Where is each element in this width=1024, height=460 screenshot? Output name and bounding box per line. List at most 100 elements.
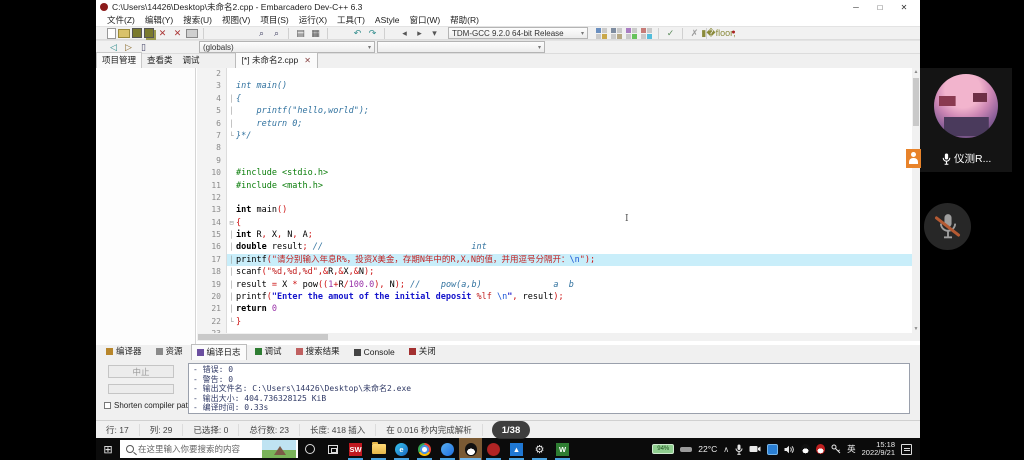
menu-item[interactable]: 工具(T) — [332, 14, 370, 26]
bookmark-button[interactable]: ▦ — [309, 27, 322, 39]
screenshot-icon[interactable] — [767, 444, 778, 455]
menu-item[interactable]: 搜索(U) — [178, 14, 217, 26]
bottom-tab-编译器[interactable]: 编译器 — [100, 343, 148, 360]
battery-icon[interactable]: 94% — [652, 444, 674, 454]
goto-line-button[interactable]: ▤ — [294, 27, 307, 39]
compile-button[interactable] — [596, 28, 607, 39]
code-line[interactable]: 3int main() — [197, 80, 912, 92]
scroll-down-icon[interactable]: ▼ — [912, 325, 920, 333]
menu-item[interactable]: 窗口(W) — [404, 14, 445, 26]
tab-class-view[interactable]: 查看类 — [142, 53, 178, 68]
taskbar-search-input[interactable]: 在这里输入你要搜索的内容 — [120, 440, 298, 458]
refresh-button[interactable]: ▾ — [428, 27, 441, 39]
scrollbar-thumb[interactable] — [198, 334, 328, 340]
menu-item[interactable]: 帮助(R) — [445, 14, 484, 26]
menu-item[interactable]: 编辑(Y) — [140, 14, 178, 26]
new-file-button[interactable] — [107, 28, 116, 39]
code-line[interactable]: 22└} — [197, 316, 912, 328]
code-line[interactable]: 20│printf("Enter the amout of the initia… — [197, 291, 912, 303]
find-button[interactable]: ⌕ — [255, 27, 268, 39]
code-line[interactable]: 16│double result; // int — [197, 241, 912, 253]
code-line[interactable]: 5│ printf("hello,world"); — [197, 105, 912, 117]
task-view-button[interactable] — [321, 438, 344, 460]
code-line[interactable]: 21│return 0 — [197, 303, 912, 315]
back-button[interactable]: ◂ — [398, 27, 411, 39]
tab-project-manager[interactable]: 项目管理 — [96, 52, 142, 68]
menu-item[interactable]: 项目(S) — [255, 14, 293, 26]
run-button[interactable] — [611, 28, 622, 39]
bottom-tab-关闭[interactable]: 关闭 — [403, 343, 442, 360]
taskbar-app-qq[interactable] — [459, 438, 482, 460]
menu-item[interactable]: AStyle — [370, 15, 405, 25]
forward-button[interactable]: ▸ — [413, 27, 426, 39]
code-line[interactable]: 11#include <math.h> — [197, 180, 912, 192]
maximize-button[interactable]: □ — [868, 3, 892, 12]
profile-delete-button[interactable]: ● — [727, 27, 740, 39]
ime-indicator[interactable]: 英 — [847, 443, 856, 455]
code-line[interactable]: 8 — [197, 142, 912, 154]
taskbar-clock[interactable]: 15:18 2022/9/21 — [862, 441, 895, 458]
members-select[interactable]: ▾ — [377, 41, 545, 53]
undo-button[interactable]: ↶ — [351, 27, 364, 39]
close-button[interactable]: ✕ — [892, 3, 916, 12]
taskbar-app-dev-cpp[interactable] — [482, 438, 505, 460]
code-line[interactable]: 14⊟{ — [197, 217, 912, 229]
redo-button[interactable]: ↷ — [366, 27, 379, 39]
start-button[interactable]: ⊞ — [96, 438, 120, 460]
editor-tab[interactable]: [*] 未命名2.cpp ✕ — [235, 52, 318, 68]
taskbar-app-edge[interactable]: e — [390, 438, 413, 460]
rebuild-button[interactable] — [641, 28, 652, 39]
menu-item[interactable]: 文件(Z) — [102, 14, 140, 26]
code-line[interactable]: 13int main() — [197, 204, 912, 216]
minimize-button[interactable]: ─ — [844, 3, 868, 12]
syntax-check-button[interactable]: ✓ — [664, 27, 677, 39]
title-bar[interactable]: C:\Users\14426\Desktop\未命名2.cpp - Embarc… — [96, 0, 920, 14]
bottom-tab-编译日志[interactable]: 编译日志 — [191, 344, 247, 360]
code-line[interactable]: 10#include <stdio.h> — [197, 167, 912, 179]
taskbar-app-chrome[interactable] — [413, 438, 436, 460]
taskbar-app-photos[interactable]: ▲ — [505, 438, 528, 460]
tray-collapsed-icon[interactable] — [680, 447, 692, 452]
abort-compile-button[interactable]: 中止 — [108, 365, 174, 378]
code-line[interactable]: 19│result = X * pow((1+R/100.0), N); // … — [197, 279, 912, 291]
camera-icon[interactable] — [749, 445, 761, 453]
profile-button[interactable]: ▮�floor; — [712, 27, 725, 39]
code-line[interactable]: 6│ return 0; — [197, 118, 912, 130]
open-file-button[interactable] — [118, 29, 130, 38]
scroll-up-icon[interactable]: ▲ — [912, 68, 920, 76]
close-all-button[interactable]: ✕ — [171, 27, 184, 39]
bottom-tab-Console[interactable]: Console — [348, 345, 401, 360]
horizontal-scrollbar[interactable] — [197, 333, 920, 341]
save-all-button[interactable] — [144, 28, 154, 38]
shorten-paths-option[interactable]: Shorten compiler pat — [104, 401, 188, 410]
taskbar-app-wegame[interactable]: W — [551, 438, 574, 460]
mute-microphone-button[interactable] — [924, 203, 971, 250]
chevron-up-icon[interactable]: ∧ — [723, 445, 729, 454]
abort-button[interactable]: ✗ — [688, 27, 701, 39]
print-button[interactable] — [186, 29, 198, 38]
bottom-tab-资源[interactable]: 资源 — [150, 343, 189, 360]
key-icon[interactable] — [831, 444, 841, 454]
action-center-icon[interactable] — [901, 444, 912, 455]
tab-debug-panel[interactable]: 调试 — [178, 53, 205, 68]
weather-temperature[interactable]: 22°C — [698, 444, 717, 454]
code-line[interactable]: 9 — [197, 155, 912, 167]
bottom-tab-搜索结果[interactable]: 搜索结果 — [290, 343, 346, 360]
taskbar-app-qq-browser[interactable] — [436, 438, 459, 460]
bottom-tab-调试[interactable]: 调试 — [249, 343, 288, 360]
taskbar-app-solidworks[interactable]: SW — [344, 438, 367, 460]
qq-tray-icon[interactable] — [801, 444, 810, 454]
participant-video-tile[interactable]: 仪测R... — [920, 68, 1012, 172]
menu-item[interactable]: 运行(X) — [294, 14, 332, 26]
cortana-button[interactable] — [298, 438, 321, 460]
checkbox[interactable] — [104, 402, 111, 409]
code-line[interactable]: 17│printf("请分别输入年息R%，投资X美金，存期N年中的R,X,N的值… — [197, 254, 912, 266]
mic-icon[interactable] — [735, 444, 743, 455]
code-editor[interactable]: 23int main()4│{5│ printf("hello,world");… — [197, 68, 920, 333]
code-line[interactable]: 7└}*/ — [197, 130, 912, 142]
close-file-button[interactable]: ✕ — [156, 27, 169, 39]
taskbar-app-file-explorer[interactable] — [367, 438, 390, 460]
taskbar-app-settings[interactable]: ⚙ — [528, 438, 551, 460]
code-line[interactable]: 12 — [197, 192, 912, 204]
code-line[interactable]: 15│int R, X, N, A; — [197, 229, 912, 241]
